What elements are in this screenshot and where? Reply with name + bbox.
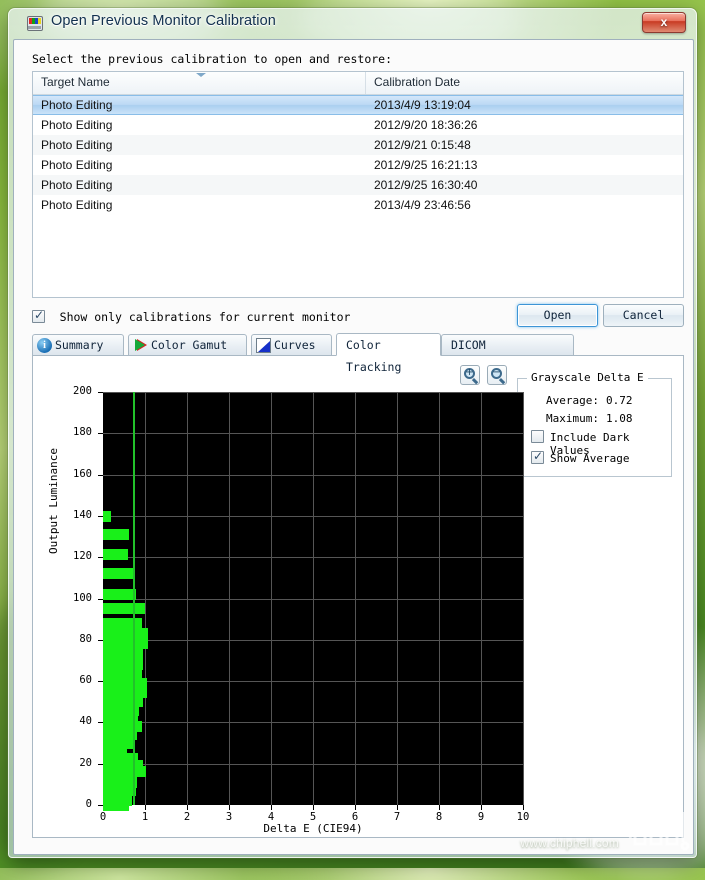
chart-bar [103, 549, 128, 560]
table-row[interactable]: Photo Editing 2013/4/9 23:46:56 [33, 195, 683, 215]
dialog-client-area: Select the previous calibration to open … [13, 39, 694, 855]
table-row[interactable]: Photo Editing 2012/9/25 16:21:13 [33, 155, 683, 175]
list-header: Target Name Calibration Date [33, 72, 683, 95]
grid-line-horizontal [103, 599, 523, 600]
calibration-list[interactable]: Target Name Calibration Date Photo Editi… [32, 71, 684, 298]
y-axis-tick-label: 120 [58, 550, 92, 562]
y-axis-tick-label: 40 [58, 715, 92, 727]
x-axis-label: Delta E (CIE94) [33, 822, 593, 835]
chiphell-logo [623, 796, 697, 858]
y-axis-tick-label: 60 [58, 674, 92, 686]
cell-target-name: Photo Editing [33, 158, 366, 172]
cell-calibration-date: 2013/4/9 13:19:04 [366, 98, 683, 112]
grid-line-horizontal [103, 475, 523, 476]
y-axis-tick-label: 0 [58, 798, 92, 810]
average-line [133, 392, 135, 805]
options-row: Show only calibrations for current monit… [32, 306, 684, 328]
show-only-current-monitor-label: Show only calibrations for current monit… [60, 310, 351, 324]
color-tracking-chart: 020406080100120140160180200012345678910 … [33, 356, 685, 838]
tab-summary[interactable]: i Summary [32, 334, 124, 356]
cell-calibration-date: 2012/9/25 16:21:13 [366, 158, 683, 172]
chart-bar [103, 794, 129, 811]
cell-calibration-date: 2012/9/25 16:30:40 [366, 178, 683, 192]
open-button[interactable]: Open [517, 304, 598, 327]
y-axis-tick [98, 475, 103, 476]
x-axis-tick [187, 805, 188, 810]
column-header-calibration-date[interactable]: Calibration Date [366, 72, 683, 94]
chart-bar [103, 529, 129, 540]
cell-target-name: Photo Editing [33, 118, 366, 132]
y-axis-tick-label: 200 [58, 385, 92, 397]
tab-bar: i Summary Color Gamut Curves Color Track… [32, 334, 684, 356]
x-axis-tick [397, 805, 398, 810]
curves-icon [256, 338, 271, 353]
tab-color-tracking[interactable]: Color Tracking [336, 333, 441, 356]
grid-line-horizontal [103, 681, 523, 682]
grid-line-vertical [523, 392, 524, 805]
y-axis-tick-label: 160 [58, 468, 92, 480]
cancel-button[interactable]: Cancel [603, 304, 684, 327]
table-row[interactable]: Photo Editing 2012/9/20 18:36:26 [33, 115, 683, 135]
instruction-text: Select the previous calibration to open … [32, 52, 392, 66]
table-row[interactable]: Photo Editing 2013/4/9 13:19:04 [33, 95, 683, 115]
grid-line-horizontal [103, 722, 523, 723]
x-axis-tick [523, 805, 524, 810]
cell-calibration-date: 2012/9/21 0:15:48 [366, 138, 683, 152]
x-axis-tick [313, 805, 314, 810]
y-axis-tick [98, 433, 103, 434]
dialog-window: Open Previous Monitor Calibration x Sele… [8, 8, 697, 858]
chart-bar [103, 589, 136, 600]
tab-color-gamut[interactable]: Color Gamut [128, 334, 247, 356]
y-axis-label: Output Luminance [47, 448, 60, 554]
cell-target-name: Photo Editing [33, 98, 366, 112]
monitor-calibration-icon [27, 16, 43, 31]
tab-color-gamut-label: Color Gamut [151, 338, 227, 352]
y-axis-tick-label: 80 [58, 633, 92, 645]
cell-calibration-date: 2013/4/9 23:46:56 [366, 198, 683, 212]
grid-line-horizontal [103, 516, 523, 517]
close-button[interactable]: x [642, 12, 686, 33]
window-title: Open Previous Monitor Calibration [51, 13, 276, 29]
chart-bar [103, 511, 111, 522]
cell-calibration-date: 2012/9/20 18:36:26 [366, 118, 683, 132]
y-axis-tick-label: 100 [58, 592, 92, 604]
chart-plot-area[interactable] [103, 392, 523, 805]
grid-line-horizontal [103, 557, 523, 558]
tab-summary-label: Summary [55, 338, 103, 352]
show-only-current-monitor-checkbox[interactable] [32, 310, 45, 323]
title-bar: Open Previous Monitor Calibration x [13, 9, 692, 39]
cell-target-name: Photo Editing [33, 178, 366, 192]
grid-line-horizontal [103, 433, 523, 434]
sort-arrow-icon [196, 73, 206, 77]
x-axis-tick [145, 805, 146, 810]
y-axis-tick [98, 392, 103, 393]
color-tracking-panel: + − Grayscale Delta E Average: 0.72 Maxi… [32, 356, 684, 838]
chart-bar [103, 568, 135, 579]
chart-bar [103, 603, 145, 614]
x-axis-tick [439, 805, 440, 810]
cell-target-name: Photo Editing [33, 138, 366, 152]
grid-line-horizontal [103, 392, 523, 393]
x-axis-tick [355, 805, 356, 810]
watermark-text: www.chiphell.com [520, 836, 619, 850]
y-axis-tick-label: 20 [58, 757, 92, 769]
tab-dicom-conformance[interactable]: DICOM Conformance [441, 334, 574, 356]
grid-line-horizontal [103, 640, 523, 641]
y-axis-tick-label: 140 [58, 509, 92, 521]
tab-curves-label: Curves [274, 338, 316, 352]
table-row[interactable]: Photo Editing 2012/9/21 0:15:48 [33, 135, 683, 155]
gamut-triangle-icon [133, 338, 148, 353]
x-axis-tick [229, 805, 230, 810]
info-icon: i [37, 338, 52, 353]
grid-line-horizontal [103, 764, 523, 765]
tab-curves[interactable]: Curves [251, 334, 332, 356]
table-row[interactable]: Photo Editing 2012/9/25 16:30:40 [33, 175, 683, 195]
x-axis-tick [271, 805, 272, 810]
tab-color-tracking-label: Color Tracking [346, 338, 401, 374]
x-axis-tick [481, 805, 482, 810]
list-body: Photo Editing 2013/4/9 13:19:04 Photo Ed… [33, 95, 683, 215]
cell-target-name: Photo Editing [33, 198, 366, 212]
y-axis-tick-label: 180 [58, 426, 92, 438]
